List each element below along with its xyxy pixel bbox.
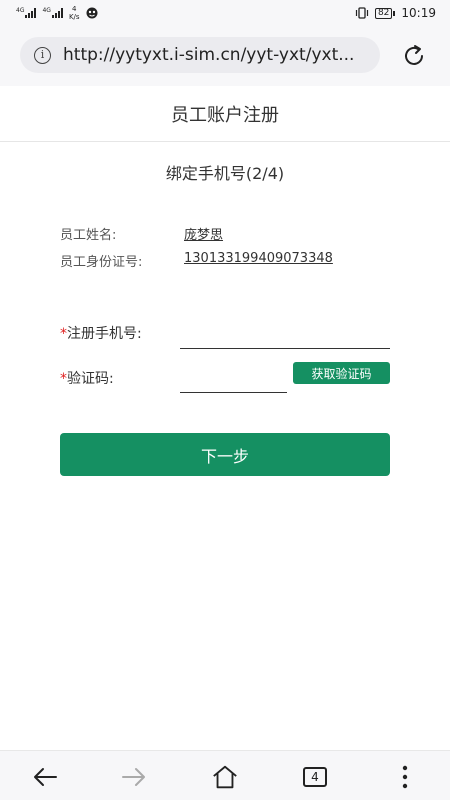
page-title: 员工账户注册 <box>0 86 450 142</box>
forward-button[interactable] <box>120 763 148 791</box>
employee-name-value: 庞梦思 <box>184 228 224 243</box>
employee-id-row: 员工身份证号: 130133199409073348 <box>60 251 333 270</box>
phone-label-text: 注册手机号: <box>67 326 142 342</box>
home-button[interactable] <box>211 763 239 791</box>
code-input-underline <box>180 392 287 393</box>
tabs-count: 4 <box>303 767 327 787</box>
reload-icon[interactable] <box>400 42 428 70</box>
status-right: 82 10:19 <box>355 6 436 20</box>
code-label: *验证码: <box>60 368 114 388</box>
speed-unit: K/s <box>68 13 80 21</box>
signal-bars-icon <box>25 8 37 18</box>
more-vertical-icon <box>402 765 408 789</box>
signal-2: 4G <box>42 7 63 18</box>
phone-input-underline <box>180 348 390 349</box>
required-mark: * <box>60 371 67 387</box>
employee-name-row: 员工姓名: 庞梦思 <box>60 224 223 243</box>
employee-id-label: 员工身份证号: <box>60 255 143 270</box>
required-mark: * <box>60 326 67 342</box>
site-info-icon[interactable]: i <box>34 46 51 64</box>
app-notification-icon <box>86 7 98 19</box>
battery-icon: 82 <box>374 7 396 19</box>
tabs-button[interactable]: 4 <box>301 763 329 791</box>
phone-label: *注册手机号: <box>60 323 142 343</box>
status-time: 10:19 <box>401 6 436 20</box>
employee-id-value: 130133199409073348 <box>184 251 333 266</box>
url-text[interactable]: http://yytyxt.i-sim.cn/yyt-yxt/yxt... <box>63 45 363 65</box>
network-type-1: 4G <box>16 7 25 14</box>
status-bar: 4G 4G 4 K/s 82 10:19 <box>0 0 450 26</box>
next-step-button[interactable]: 下一步 <box>60 433 390 476</box>
back-arrow-icon <box>34 768 57 786</box>
menu-button[interactable] <box>391 763 419 791</box>
network-speed: 4 K/s <box>69 5 80 21</box>
status-left: 4G 4G 4 K/s <box>16 5 98 21</box>
browser-address-bar: i http://yytyxt.i-sim.cn/yyt-yxt/yxt... <box>0 26 450 86</box>
url-field[interactable]: i http://yytyxt.i-sim.cn/yyt-yxt/yxt... <box>20 37 380 73</box>
vibrate-icon <box>355 7 369 19</box>
phone-input[interactable] <box>180 322 390 348</box>
home-icon <box>213 765 237 789</box>
code-label-text: 验证码: <box>67 371 114 387</box>
forward-arrow-icon <box>122 768 145 786</box>
signal-bars-icon <box>51 8 63 18</box>
get-code-button[interactable]: 获取验证码 <box>293 362 390 384</box>
network-type-2: 4G <box>42 7 51 14</box>
code-input[interactable] <box>180 366 287 392</box>
employee-name-label: 员工姓名: <box>60 228 117 243</box>
speed-value: 4 <box>72 5 77 13</box>
back-button[interactable] <box>31 763 59 791</box>
step-title: 绑定手机号(2/4) <box>165 164 285 183</box>
browser-bottom-nav: 4 <box>0 750 450 800</box>
battery-level: 82 <box>374 7 393 19</box>
signal-1: 4G <box>16 7 37 18</box>
